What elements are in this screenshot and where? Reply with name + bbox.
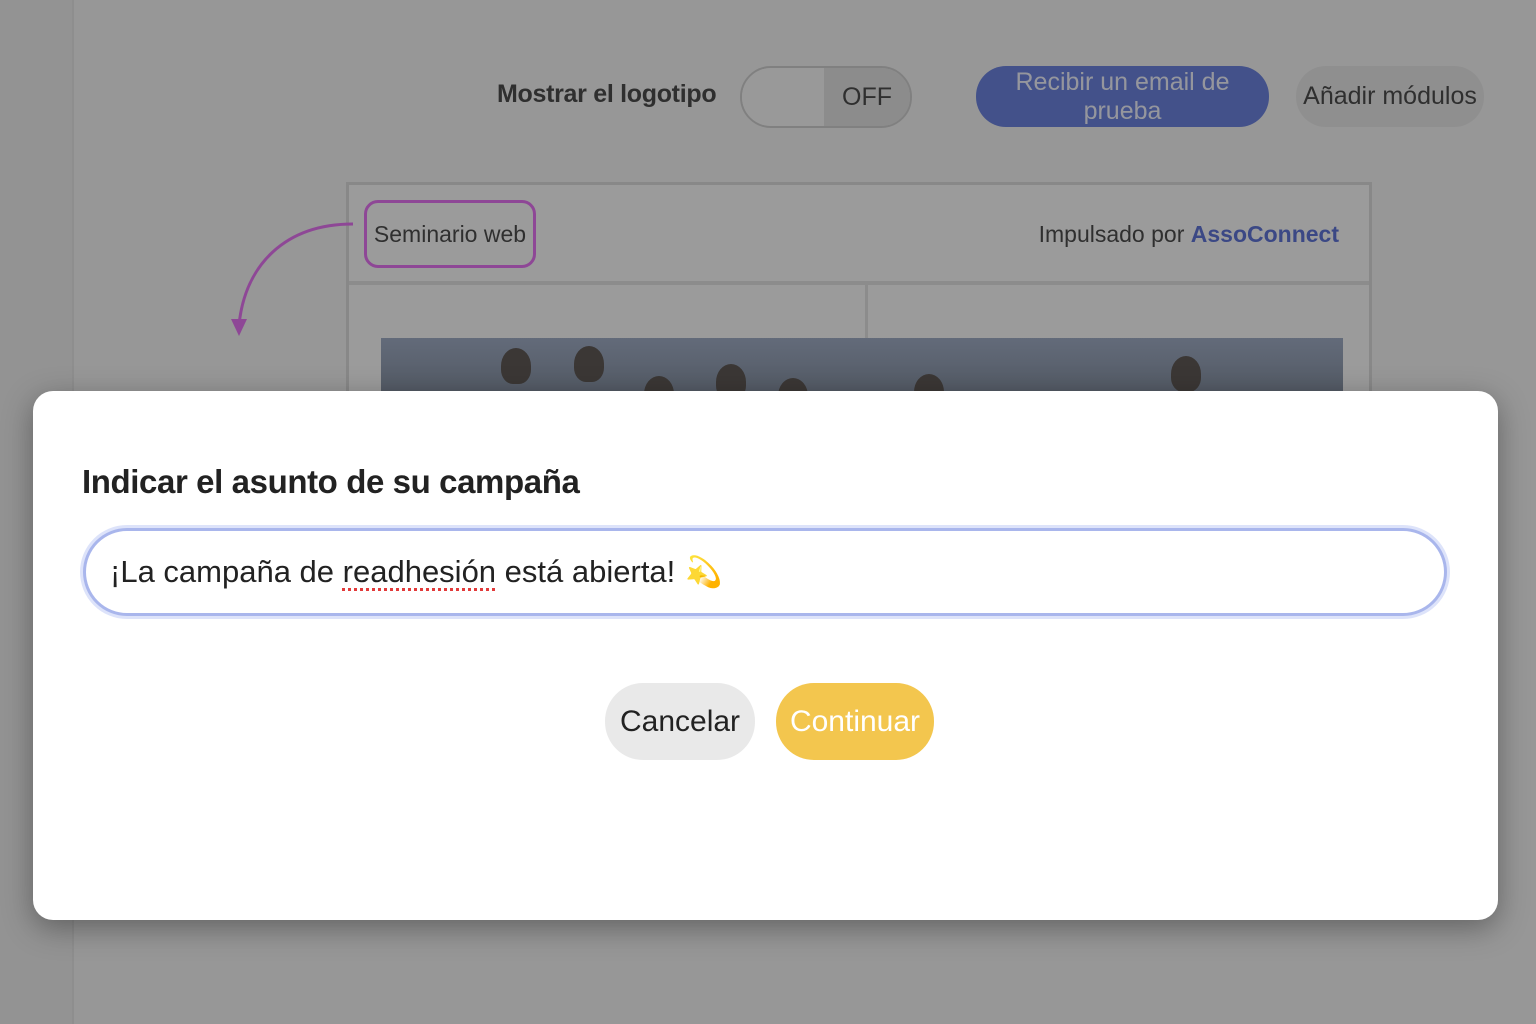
dizzy-emoji-icon: 💫 [685,555,723,589]
cancel-button[interactable]: Cancelar [605,683,755,760]
subject-dialog: Indicar el asunto de su campaña ¡La camp… [33,391,1498,920]
misspelled-word: readhesión [342,554,497,589]
subject-text-after: está abierta! [496,554,676,589]
continue-button[interactable]: Continuar [776,683,934,760]
subject-text-before: ¡La campaña de [110,554,343,589]
dialog-title: Indicar el asunto de su campaña [82,463,580,500]
subject-input[interactable]: ¡La campaña de readhesión está abierta! 💫 [83,528,1447,616]
